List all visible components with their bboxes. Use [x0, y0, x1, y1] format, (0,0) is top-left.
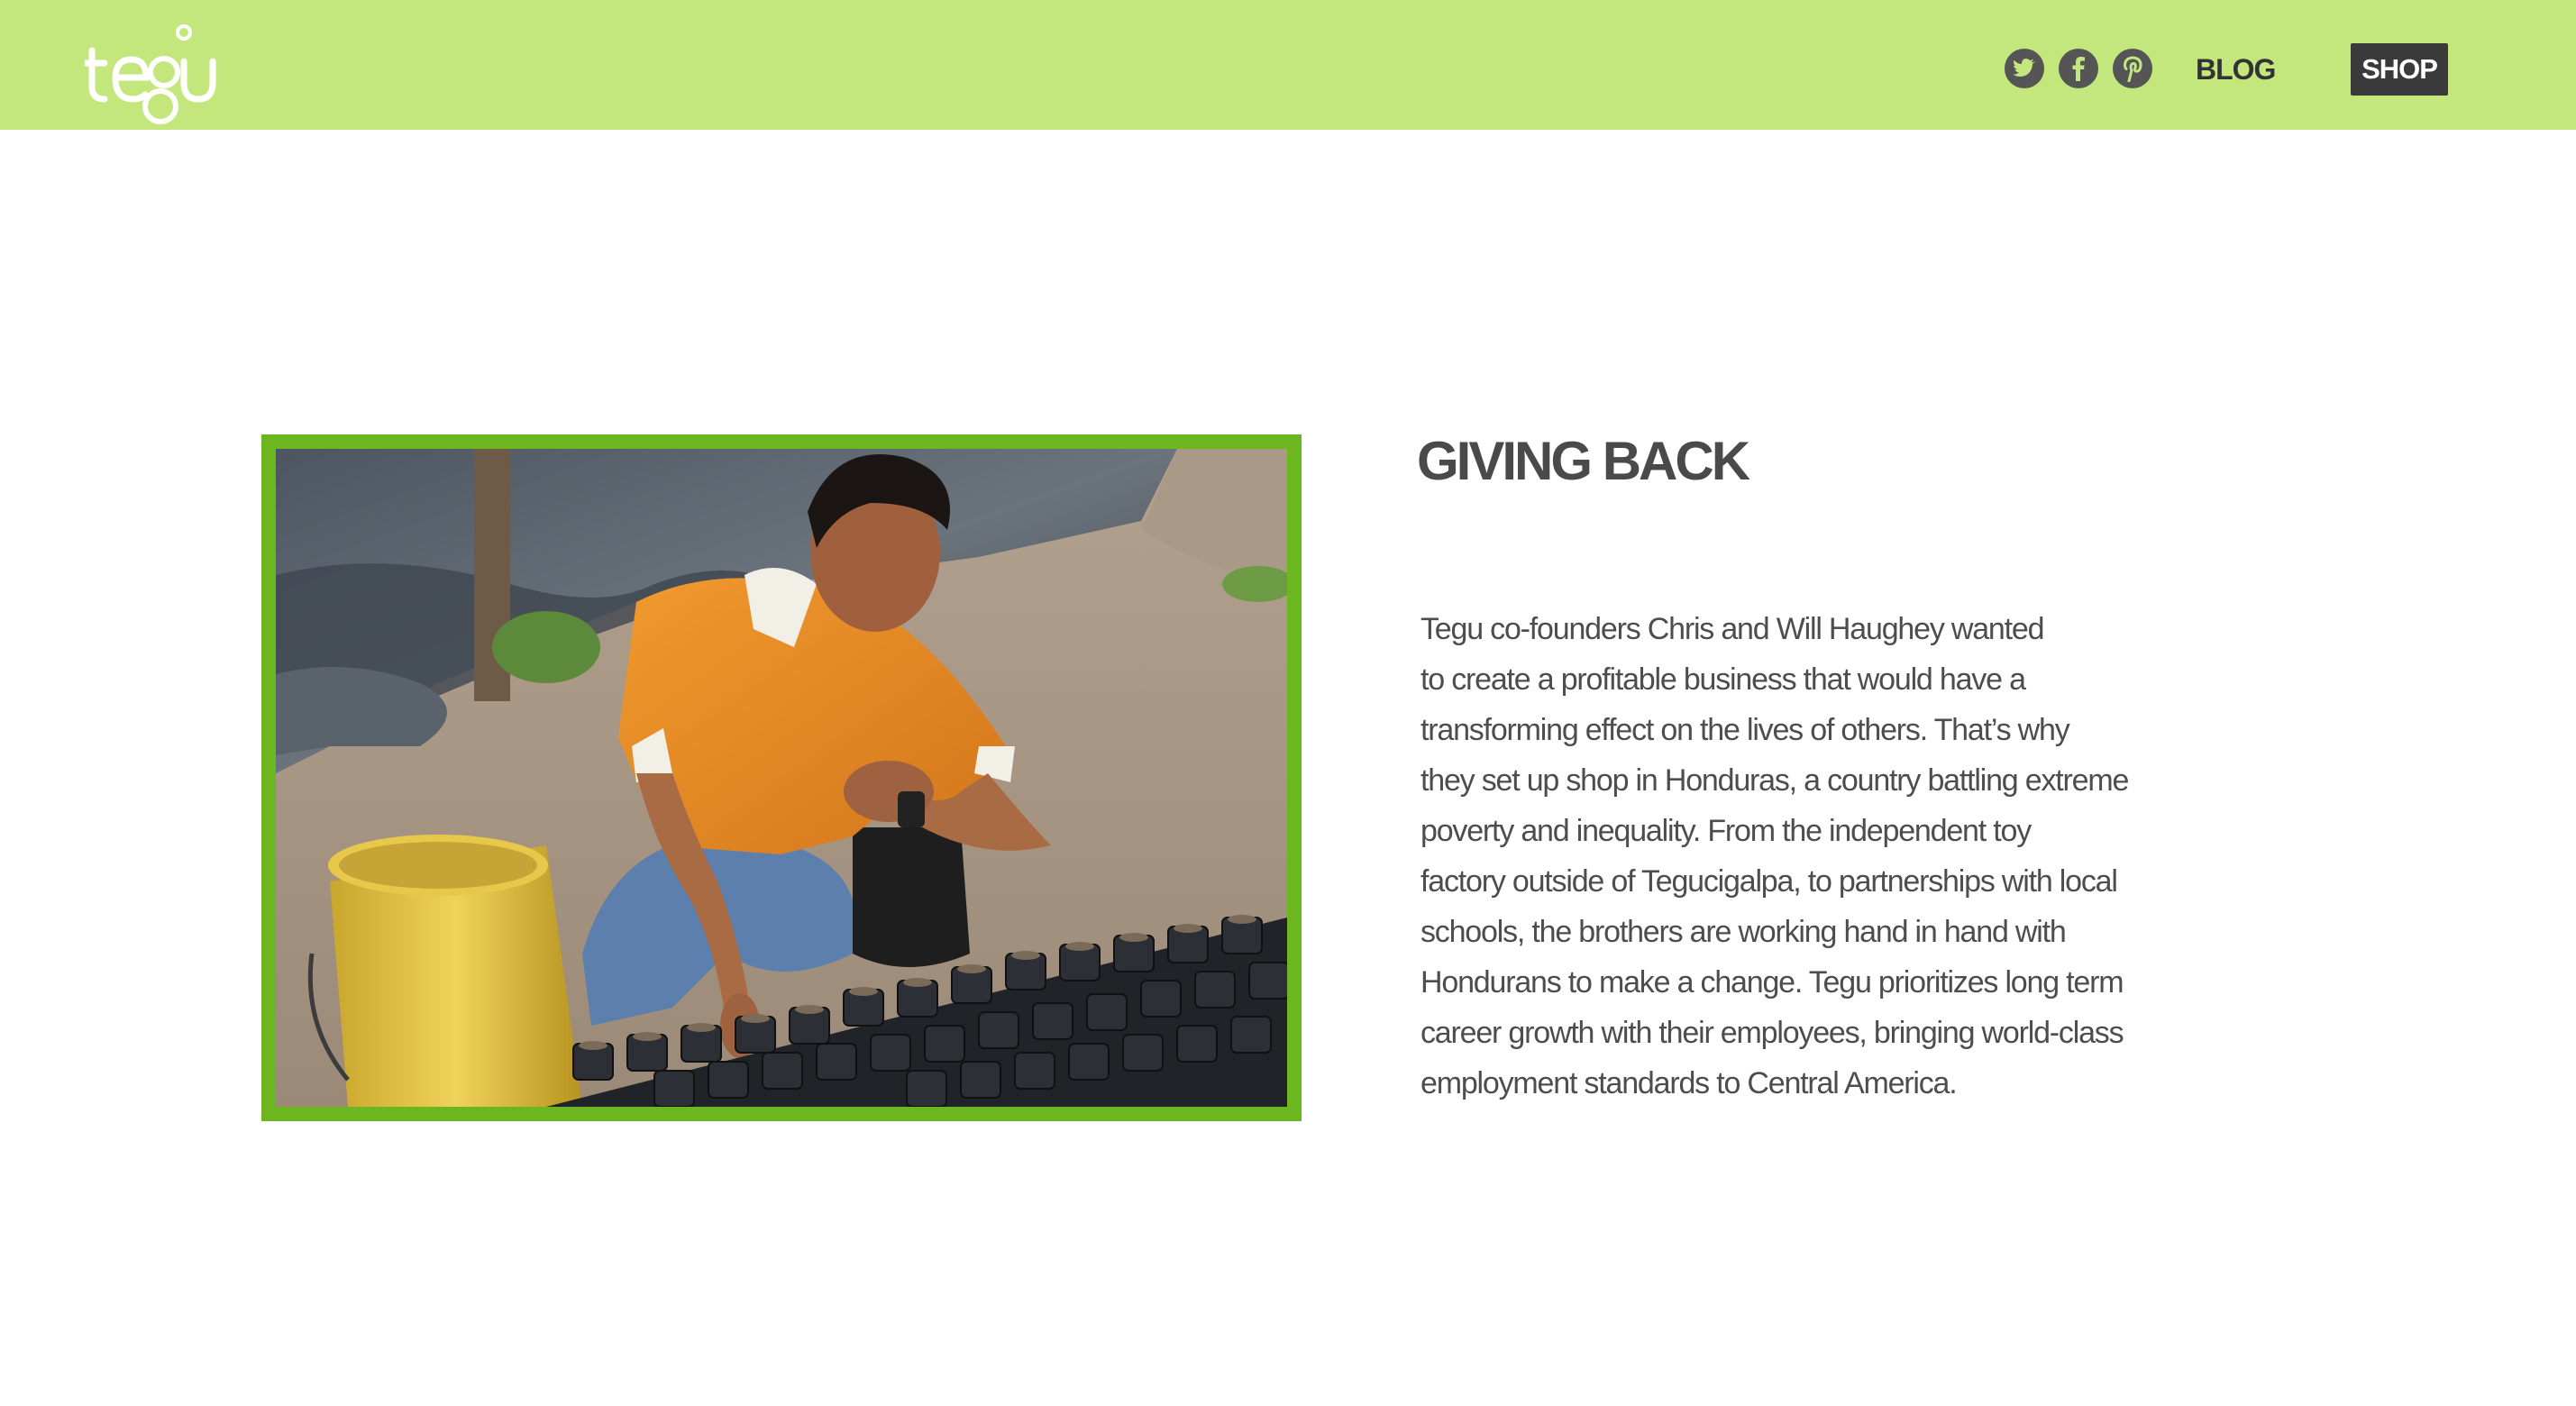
giving-back-paragraph: Tegu co-founders Chris and Will Haughey … [1420, 604, 2142, 1109]
site-header: tegu BLOG SHOP [0, 0, 2576, 130]
pinterest-p-glyph [2123, 56, 2142, 82]
facebook-f-glyph [2072, 57, 2085, 81]
logo-text: tegu [85, 124, 86, 125]
paragraph-line: schools, the brothers are working hand i… [1420, 915, 2067, 949]
nav-blog-link[interactable]: BLOG [2196, 47, 2276, 92]
paragraph-line: factory outside of Tegucigalpa, to partn… [1420, 864, 2118, 899]
twitter-bird-glyph [2013, 59, 2035, 77]
paragraph-line: transforming effect on the lives of othe… [1420, 713, 2070, 747]
paragraph-line: career growth with their employees, brin… [1420, 1016, 2124, 1050]
giving-back-photo [276, 449, 1287, 1107]
giving-back-photo-frame [261, 434, 1302, 1121]
paragraph-line: Hondurans to make a change. Tegu priorit… [1420, 965, 2124, 1000]
nav-shop-button[interactable]: SHOP [2351, 43, 2448, 96]
twitter-icon[interactable] [2005, 49, 2044, 88]
page-heading: GIVING BACK [1417, 431, 1750, 491]
paragraph-line: to create a profitable business that wou… [1420, 662, 2026, 697]
paragraph-line: employment standards to Central America. [1420, 1066, 1958, 1100]
tegu-logo-mark [85, 24, 216, 124]
paragraph-line: poverty and inequality. From the indepen… [1420, 814, 2032, 848]
pinterest-icon[interactable] [2113, 49, 2152, 88]
tegu-logo[interactable]: tegu [85, 23, 220, 124]
facebook-icon[interactable] [2059, 49, 2098, 88]
page: tegu BLOG SHOP [0, 0, 2576, 1406]
paragraph-line: they set up shop in Honduras, a country … [1420, 763, 2129, 798]
paragraph-line: Tegu co-founders Chris and Will Haughey … [1420, 612, 2045, 646]
photo-illustration [276, 449, 1287, 1107]
